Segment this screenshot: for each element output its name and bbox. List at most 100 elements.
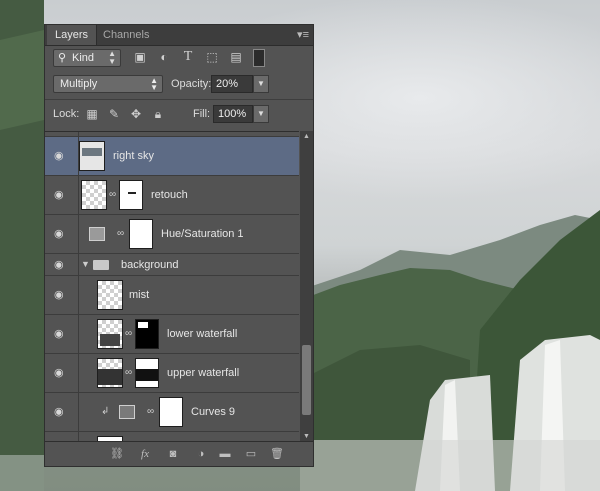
layer-row-upper-waterfall[interactable]: ◉ ∞ upper waterfall: [45, 354, 299, 393]
waterfall-thumbnail-image: [100, 334, 120, 346]
eye-icon: ◉: [54, 150, 64, 162]
layer-row-right-sky[interactable]: ◉ right sky: [45, 137, 299, 176]
fill-dropdown-button[interactable]: ▼: [253, 105, 269, 123]
layer-name[interactable]: lower waterfall: [167, 315, 237, 353]
blend-mode-value: Multiply: [60, 78, 98, 90]
visibility-toggle[interactable]: ◉: [45, 137, 79, 175]
filter-toggle-switch[interactable]: [253, 49, 265, 67]
visibility-toggle[interactable]: ◉: [45, 315, 79, 353]
link-chain-icon[interactable]: ∞: [117, 228, 124, 239]
tab-layers[interactable]: Layers: [47, 25, 98, 45]
layer-row-mist[interactable]: ◉ mist: [45, 276, 299, 315]
layer-mask-thumbnail[interactable]: [119, 180, 143, 210]
lock-image-pixels-icon[interactable]: ✎: [107, 107, 121, 121]
visibility-toggle[interactable]: ◉: [45, 276, 79, 314]
link-layers-icon[interactable]: ⛓: [109, 447, 125, 461]
folder-icon: [93, 260, 109, 270]
visibility-toggle[interactable]: [45, 132, 79, 136]
visibility-toggle[interactable]: ◉: [45, 215, 79, 253]
layer-thumbnail[interactable]: [97, 358, 123, 388]
layer-name[interactable]: right sky: [113, 137, 154, 175]
link-chain-icon[interactable]: ∞: [147, 406, 154, 417]
layer-row-hue-saturation[interactable]: ◉ ∞ Hue/Saturation 1: [45, 215, 299, 254]
layer-mask-thumbnail[interactable]: [129, 219, 153, 249]
layer-thumbnail[interactable]: [81, 180, 107, 210]
panel-tab-bar: Layers Channels ▾≡: [45, 25, 313, 46]
waterfall-thumbnail-image: [98, 369, 122, 385]
mask-stroke: [128, 192, 136, 194]
type-filter-icon[interactable]: T: [181, 50, 195, 64]
eye-icon: ◉: [54, 189, 64, 201]
lock-position-icon[interactable]: ✥: [129, 107, 143, 121]
layer-mask-thumbnail[interactable]: [159, 397, 183, 427]
divider: [45, 99, 313, 100]
link-chain-icon[interactable]: ∞: [125, 328, 132, 339]
lock-label: Lock:: [53, 108, 80, 120]
mask-white-area: [138, 322, 148, 328]
layer-mask-thumbnail[interactable]: [135, 358, 159, 388]
smart-object-filter-icon[interactable]: ▤: [229, 50, 243, 64]
link-chain-icon[interactable]: ∞: [109, 189, 116, 200]
layer-mask-thumbnail[interactable]: [135, 319, 159, 349]
eye-icon: ◉: [54, 367, 64, 379]
hue-saturation-adjustment-icon[interactable]: [89, 227, 105, 241]
tab-channels[interactable]: Channels: [95, 25, 157, 45]
eye-icon: ◉: [54, 258, 64, 271]
new-group-folder-icon[interactable]: ▬: [217, 447, 233, 461]
layer-row-curves[interactable]: ◉ ↲ ∞ Curves 9: [45, 393, 299, 432]
fill-field[interactable]: 100%: [213, 105, 253, 123]
layer-row-lower-waterfall[interactable]: ◉ ∞ lower waterfall: [45, 315, 299, 354]
layer-name[interactable]: Hue/Saturation 1: [161, 215, 244, 253]
visibility-toggle[interactable]: ◉: [45, 393, 79, 431]
panel-bottom-bar: ⛓ fx ◙ ◑ ▬ ▭ 🗑︎: [45, 441, 313, 466]
layer-name[interactable]: background: [121, 254, 179, 276]
layer-list-scrollbar[interactable]: ▲ ▼: [300, 131, 313, 443]
layer-name[interactable]: mist: [129, 276, 149, 314]
image-filter-icon[interactable]: ▣: [133, 50, 147, 64]
layer-thumbnail[interactable]: [97, 319, 123, 349]
blend-row: Multiply ▲ ▼ Opacity: 20% ▼: [49, 73, 309, 95]
adjustment-filter-icon[interactable]: ◐: [157, 50, 171, 64]
add-mask-icon[interactable]: ◙: [165, 447, 181, 461]
opacity-field[interactable]: 20%: [211, 75, 253, 93]
shape-filter-icon[interactable]: ⬚: [205, 50, 219, 64]
layer-name[interactable]: Curves 9: [191, 393, 235, 431]
clipping-arrow-icon: ↲: [101, 406, 110, 417]
lock-transparent-pixels-icon[interactable]: ▦: [85, 107, 99, 121]
visibility-toggle[interactable]: ◉: [45, 176, 79, 214]
curves-adjustment-icon[interactable]: [119, 405, 135, 419]
visibility-toggle[interactable]: ◉: [45, 354, 79, 392]
new-layer-icon[interactable]: ▭: [243, 447, 259, 461]
eye-icon: ◉: [54, 406, 64, 418]
scroll-up-icon[interactable]: ▲: [300, 131, 313, 143]
new-adjustment-layer-icon[interactable]: ◑: [193, 447, 209, 461]
layers-panel: Layers Channels ▾≡ ⚲ Kind ▲ ▼ ▣ ◐ T ⬚ ▤ Mu…: [44, 24, 314, 467]
layer-thumbnail[interactable]: [79, 141, 105, 171]
trash-icon[interactable]: 🗑︎: [269, 447, 285, 461]
layer-group-background[interactable]: ◉ ▼ background: [45, 254, 299, 276]
dropdown-arrows-icon: ▲ ▼: [150, 76, 158, 92]
layer-thumbnail[interactable]: [97, 280, 123, 310]
panel-menu-icon[interactable]: ▾≡: [297, 28, 309, 41]
filter-kind-dropdown[interactable]: ⚲ Kind ▲ ▼: [53, 49, 121, 67]
filter-kind-label: Kind: [72, 52, 95, 64]
opacity-dropdown-button[interactable]: ▼: [253, 75, 269, 93]
layer-row-retouch[interactable]: ◉ ∞ retouch: [45, 176, 299, 215]
opacity-label: Opacity:: [171, 78, 212, 90]
fill-label: Fill:: [193, 108, 211, 120]
eye-icon: ◉: [54, 328, 64, 340]
blend-mode-dropdown[interactable]: Multiply ▲ ▼: [53, 75, 163, 93]
lock-all-icon[interactable]: 🔒︎: [151, 107, 165, 121]
group-expand-arrow-icon[interactable]: ▼: [81, 259, 90, 269]
layer-style-fx-icon[interactable]: fx: [137, 447, 153, 461]
mask-black-area: [136, 369, 158, 381]
dropdown-arrows-icon: ▲ ▼: [108, 49, 116, 66]
layer-name[interactable]: retouch: [151, 176, 188, 214]
visibility-toggle[interactable]: ◉: [45, 254, 79, 275]
sky-thumbnail-image: [82, 148, 102, 156]
scrollbar-thumb[interactable]: [302, 345, 311, 415]
layer-list: ◉ right sky ◉ ∞ retouch ◉ ∞ Hue/Saturati…: [45, 131, 299, 444]
lock-row: Lock: ▦ ✎ ✥ 🔒︎ Fill: 100% ▼: [49, 103, 309, 125]
link-chain-icon[interactable]: ∞: [125, 367, 132, 378]
layer-name[interactable]: upper waterfall: [167, 354, 239, 392]
